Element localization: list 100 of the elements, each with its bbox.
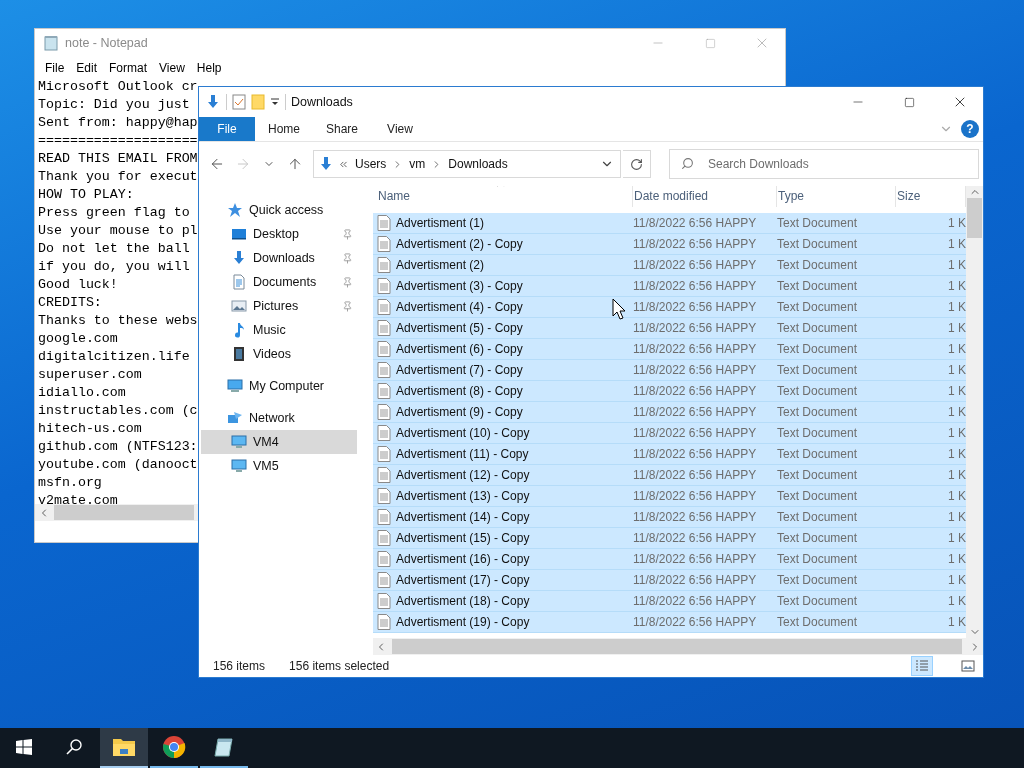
size-cell: 1 K [948,468,966,482]
nav-item[interactable]: VM4 [201,430,357,454]
text-line: google.com [38,330,118,348]
size-cell: 1 K [948,531,966,545]
file-row[interactable]: Advertisment (19) - Copy 11/8/2022 6:56 HAPPY Text Document 1 K [373,612,966,633]
text-file-icon [377,299,391,315]
column-header[interactable]: Type [777,186,896,207]
file-row[interactable]: Advertisment (13) - Copy 11/8/2022 6:56 HAPPY Text Document 1 K [373,486,966,507]
nav-item[interactable]: Quick access [201,198,357,222]
file-row[interactable]: Advertisment (12) - Copy 11/8/2022 6:56 HAPPY Text Document 1 K [373,465,966,486]
type-cell-text: Text Document [777,468,859,482]
date-cell-text: 11/8/2022 6:56 HAPPY [633,426,758,440]
size-cell: 1 K [948,321,966,335]
text-line: superuser.com [38,366,142,384]
file-row[interactable]: Advertisment (16) - Copy 11/8/2022 6:56 HAPPY Text Document 1 K [373,549,966,570]
notepad-icon [213,736,235,758]
nav-item[interactable]: Desktop [201,222,357,246]
monitor-icon [231,458,247,474]
download-icon[interactable] [205,94,221,110]
properties-icon[interactable] [232,94,246,110]
folder-icon [112,737,136,757]
column-header[interactable]: Date modified [633,186,777,207]
file-name: Advertisment (15) - Copy [396,531,530,545]
file-row[interactable]: Advertisment (14) - Copy 11/8/2022 6:56 HAPPY Text Document 1 K [373,507,966,528]
file-name: Advertisment (9) - Copy [396,405,523,419]
file-row[interactable]: Advertisment (1) 11/8/2022 6:56 HAPPY Text Document 1 K [373,213,966,234]
nav-item[interactable]: Network [201,406,357,430]
scrollbar-thumb[interactable] [54,505,194,520]
file-row[interactable]: Advertisment (7) - Copy 11/8/2022 6:56 HAPPY Text Document 1 K [373,360,966,381]
refresh-button[interactable] [623,150,651,178]
nav-item[interactable]: Videos [201,342,357,366]
file-row[interactable]: Advertisment (18) - Copy 11/8/2022 6:56 HAPPY Text Document 1 K [373,591,966,612]
file-row[interactable]: Advertisment (5) - Copy 11/8/2022 6:56 HAPPY Text Document 1 K [373,318,966,339]
details-view-button[interactable] [911,656,933,676]
file-row[interactable]: Advertisment (17) - Copy 11/8/2022 6:56 HAPPY Text Document 1 K [373,570,966,591]
help-button[interactable]: ? [961,120,979,138]
file-row[interactable]: Advertisment (15) - Copy 11/8/2022 6:56 HAPPY Text Document 1 K [373,528,966,549]
text-line: Use your mouse to pl [38,222,198,240]
file-row[interactable]: Advertisment (9) - Copy 11/8/2022 6:56 HAPPY Text Document 1 K [373,402,966,423]
column-header[interactable]: Name [377,186,633,207]
monitor-icon [231,434,247,450]
file-row[interactable]: Advertisment (4) - Copy 11/8/2022 6:56 HAPPY Text Document 1 K [373,297,966,318]
file-name: Advertisment (3) - Copy [396,279,523,293]
ribbon-tab[interactable]: Share [313,117,371,141]
file-row[interactable]: Advertisment (2) 11/8/2022 6:56 HAPPY Text Document 1 K [373,255,966,276]
scrollbar-thumb[interactable] [391,639,963,654]
size-cell: 1 K [948,426,966,440]
selection-count: 156 items selected [289,659,390,673]
nav-item[interactable]: Music [201,318,357,342]
scrollbar-thumb[interactable] [967,198,982,238]
text-line: v2mate.com [38,492,118,504]
maximize-icon [903,96,915,108]
text-file-icon [377,341,391,357]
ribbon-tab[interactable]: Home [255,117,313,141]
taskbar-button[interactable] [100,728,148,768]
date-cell-text: 11/8/2022 6:56 HAPPY [633,489,758,503]
address-bar[interactable]: Users vm Downloads [313,150,621,178]
nav-item[interactable]: VM5 [201,454,357,478]
folder-icon[interactable] [251,94,265,110]
type-cell-text: Text Document [777,405,859,419]
nav-item[interactable]: My Computer [201,374,357,398]
type-cell-text: Text Document [777,279,859,293]
text-line: Good luck! [38,276,118,294]
file-row[interactable]: Advertisment (8) - Copy 11/8/2022 6:56 HAPPY Text Document 1 K [373,381,966,402]
date-cell-text: 11/8/2022 6:56 HAPPY [633,258,758,272]
size-cell: 1 K [948,510,966,524]
file-row[interactable]: Advertisment (11) - Copy 11/8/2022 6:56 HAPPY Text Document 1 K [373,444,966,465]
menu-item[interactable]: Help [190,60,228,75]
date-cell-text: 11/8/2022 6:56 HAPPY [633,447,758,461]
file-tab[interactable]: File [199,117,255,141]
breadcrumb-item[interactable]: Downloads [446,157,510,171]
text-file-icon [377,236,391,252]
file-row[interactable]: Advertisment (2) - Copy 11/8/2022 6:56 HAPPY Text Document 1 K [373,234,966,255]
file-row[interactable]: Advertisment (6) - Copy 11/8/2022 6:56 HAPPY Text Document 1 K [373,339,966,360]
search-field[interactable]: Search Downloads [669,149,979,179]
menu-item[interactable]: Format [103,60,154,75]
text-line: Microsoft Outlook cr [38,78,198,96]
text-line: HOW TO PLAY: [38,186,134,204]
size-cell: 1 K [948,573,966,587]
breadcrumb-item[interactable]: Users [353,157,389,171]
date-cell-text: 11/8/2022 6:56 HAPPY [633,468,758,482]
breadcrumb-item[interactable]: vm [407,157,428,171]
text-file-icon [377,530,391,546]
dropdown-icon[interactable] [270,97,280,107]
type-cell-text: Text Document [777,447,859,461]
file-row[interactable]: Advertisment (3) - Copy 11/8/2022 6:56 HAPPY Text Document 1 K [373,276,966,297]
text-file-icon [377,509,391,525]
nav-item[interactable]: Documents [201,270,357,294]
menu-item[interactable]: View [153,60,191,75]
download-icon [318,156,334,172]
text-file-icon [377,425,391,441]
ribbon-tab[interactable]: View [371,117,429,141]
menu-item[interactable]: Edit [70,60,104,75]
menu-item[interactable]: File [39,60,71,75]
text-line: instructables.com (c [38,402,198,420]
nav-item[interactable]: Pictures [201,294,357,318]
window-title: note - Notepad [65,36,148,50]
nav-item[interactable]: Downloads [201,246,357,270]
download-icon [231,250,247,266]
file-row[interactable]: Advertisment (10) - Copy 11/8/2022 6:56 HAPPY Text Document 1 K [373,423,966,444]
